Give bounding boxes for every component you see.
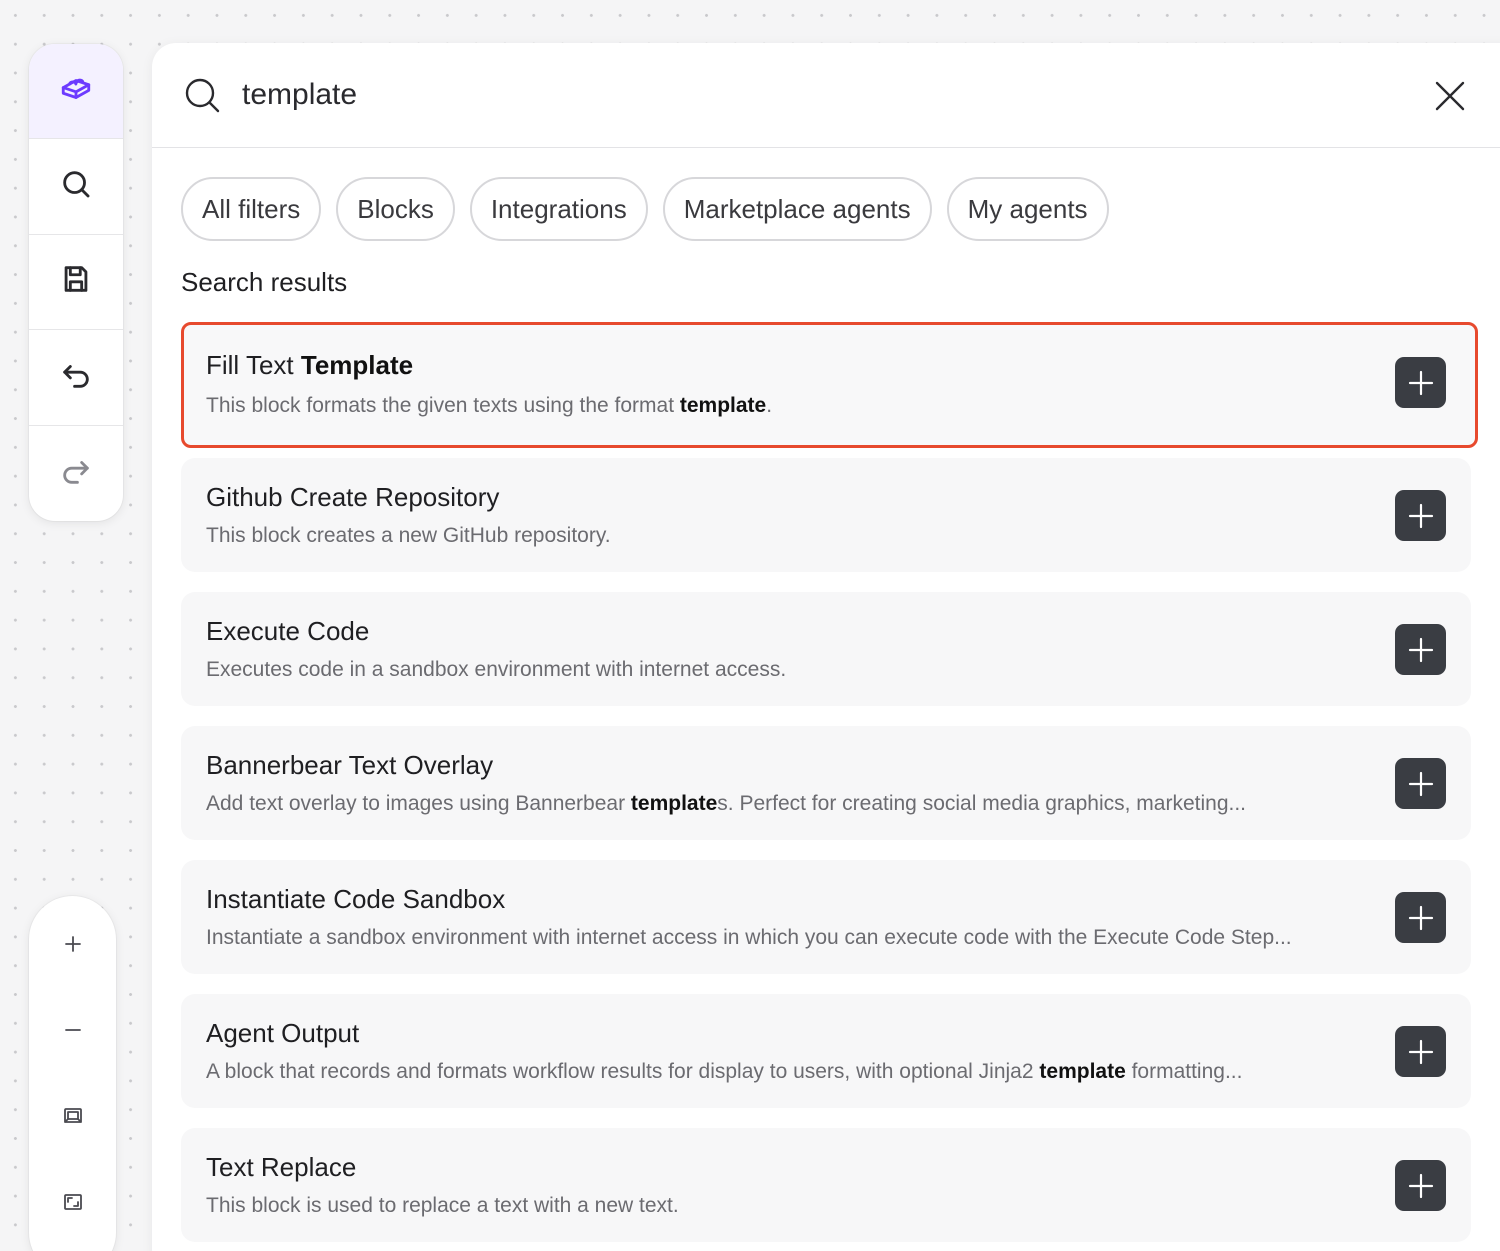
- add-block-button[interactable]: [1395, 1026, 1446, 1077]
- result-description: This block creates a new GitHub reposito…: [206, 524, 611, 547]
- fullscreen-icon: [61, 1190, 85, 1219]
- result-item[interactable]: Text Replace This block is used to replac…: [181, 1128, 1471, 1242]
- result-item[interactable]: Instantiate Code Sandbox Instantiate a sa…: [181, 860, 1471, 974]
- result-title: Execute Code: [206, 616, 370, 646]
- result-title: Github Create Repository: [206, 482, 500, 512]
- section-title: Search results: [181, 267, 348, 297]
- plus-icon: [1408, 503, 1433, 528]
- redo-button[interactable]: [29, 426, 123, 521]
- result-description: This block is used to replace a text wit…: [206, 1194, 679, 1217]
- fit-view-button[interactable]: [29, 1088, 116, 1148]
- zoom-in-button[interactable]: [29, 916, 116, 976]
- filter-blocks[interactable]: Blocks: [336, 177, 455, 241]
- result-description: Instantiate a sandbox environment with i…: [206, 926, 1292, 949]
- match-highlight: template: [1039, 1060, 1126, 1083]
- zoom-in-icon: [61, 932, 85, 961]
- add-block-button[interactable]: [1395, 758, 1446, 809]
- add-block-button[interactable]: [1395, 357, 1446, 408]
- add-block-button[interactable]: [1395, 624, 1446, 675]
- result-item[interactable]: Execute Code Executes code in a sandbox e…: [181, 592, 1471, 706]
- filter-integrations[interactable]: Integrations: [469, 177, 648, 241]
- match-highlight: Template: [300, 350, 414, 380]
- left-toolbar: [29, 44, 123, 521]
- match-highlight: template: [679, 394, 767, 417]
- filter-marketplace-agents[interactable]: Marketplace agents: [662, 177, 932, 241]
- result-description: A block that records and formats workflo…: [206, 1060, 1243, 1083]
- search-input[interactable]: [242, 69, 1392, 121]
- result-item[interactable]: Agent Output A block that records and for…: [181, 994, 1471, 1108]
- filter-chips: All filters Blocks Integrations Marketpl…: [181, 177, 1109, 241]
- save-button[interactable]: [29, 235, 123, 331]
- save-icon: [59, 262, 93, 301]
- filter-all[interactable]: All filters: [181, 177, 322, 241]
- fullscreen-button[interactable]: [29, 1174, 116, 1234]
- filter-my-agents[interactable]: My agents: [946, 177, 1109, 241]
- search-bar: [152, 43, 1500, 148]
- match-highlight: template: [630, 792, 718, 815]
- result-description: This block formats the given texts using…: [206, 394, 773, 417]
- results-list: Fill Text Template This block formats the…: [181, 322, 1478, 1251]
- result-description: Add text overlay to images using Bannerb…: [206, 792, 1247, 815]
- result-item[interactable]: Github Create Repository This block creat…: [181, 458, 1471, 572]
- plus-icon: [1408, 637, 1433, 662]
- zoom-out-icon: [61, 1018, 85, 1047]
- result-description: Executes code in a sandbox environment w…: [206, 658, 787, 681]
- search-button[interactable]: [29, 139, 123, 235]
- blocks-icon: [59, 72, 93, 111]
- undo-icon: [59, 358, 93, 397]
- search-icon: [59, 167, 93, 206]
- result-title: Fill Text Template: [206, 350, 414, 380]
- redo-icon: [59, 454, 93, 493]
- result-title: Agent Output: [206, 1018, 360, 1048]
- result-item[interactable]: Bannerbear Text Overlay Add text overlay …: [181, 726, 1471, 840]
- block-search-panel: All filters Blocks Integrations Marketpl…: [152, 43, 1500, 1251]
- add-block-button[interactable]: [1395, 490, 1446, 541]
- undo-button[interactable]: [29, 330, 123, 426]
- plus-icon: [1408, 1173, 1433, 1198]
- plus-icon: [1408, 370, 1433, 395]
- add-block-button[interactable]: [1395, 892, 1446, 943]
- plus-icon: [1408, 1039, 1433, 1064]
- blocks-button[interactable]: [29, 44, 123, 140]
- plus-icon: [1408, 771, 1433, 796]
- zoom-controls: [29, 896, 116, 1251]
- result-title: Instantiate Code Sandbox: [206, 884, 506, 914]
- close-icon[interactable]: [1430, 76, 1470, 116]
- fit-view-icon: [61, 1104, 85, 1133]
- result-title: Bannerbear Text Overlay: [206, 750, 494, 780]
- zoom-out-button[interactable]: [29, 1002, 116, 1062]
- add-block-button[interactable]: [1395, 1160, 1446, 1211]
- search-icon: [182, 75, 222, 115]
- result-item[interactable]: Fill Text Template This block formats the…: [181, 322, 1478, 448]
- plus-icon: [1408, 905, 1433, 930]
- result-title: Text Replace: [206, 1152, 357, 1182]
